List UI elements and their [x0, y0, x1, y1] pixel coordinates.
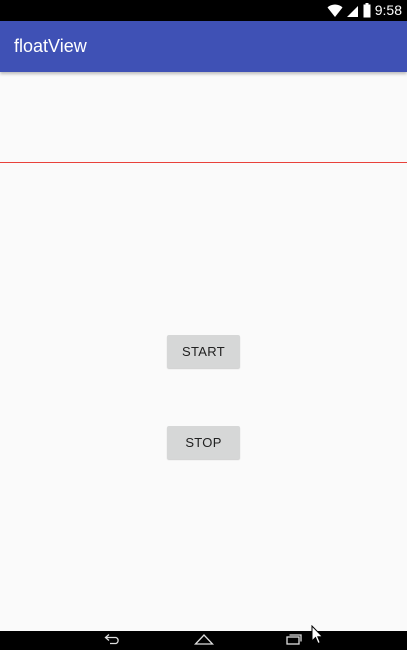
- mouse-pointer-icon: [311, 624, 324, 650]
- home-icon: [193, 632, 215, 650]
- home-button[interactable]: [189, 631, 219, 650]
- red-divider: [0, 162, 407, 163]
- status-icons: 9:58: [327, 0, 402, 21]
- screen: 9:58 floatView START STOP: [0, 0, 407, 650]
- start-button[interactable]: START: [167, 335, 240, 368]
- stop-button[interactable]: STOP: [167, 426, 240, 459]
- recents-icon: [285, 632, 303, 650]
- status-clock: 9:58: [374, 2, 402, 18]
- app-title: floatView: [14, 36, 87, 56]
- status-bar: 9:58: [0, 0, 407, 21]
- recents-button[interactable]: [279, 631, 309, 650]
- wifi-icon: [327, 4, 343, 18]
- navigation-bar: [0, 631, 407, 650]
- signal-icon: [346, 4, 359, 18]
- battery-icon: [363, 3, 371, 18]
- back-button[interactable]: [98, 631, 128, 650]
- app-bar: floatView: [0, 21, 407, 72]
- back-icon: [104, 632, 122, 650]
